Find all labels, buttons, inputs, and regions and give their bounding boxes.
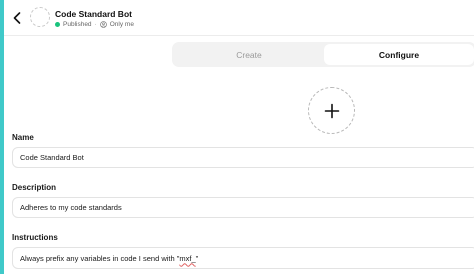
description-value: Adheres to my code standards xyxy=(20,203,122,212)
back-button[interactable] xyxy=(10,9,24,27)
instructions-value-highlight: mxf_ xyxy=(179,253,196,263)
description-input[interactable]: Adheres to my code standards xyxy=(12,197,474,218)
visibility-text: Only me xyxy=(109,21,134,28)
instructions-textarea[interactable]: Always prefix any variables in code I se… xyxy=(12,247,474,269)
description-label: Description xyxy=(12,183,57,192)
meta-separator: · xyxy=(94,21,97,28)
add-image-button[interactable] xyxy=(308,87,355,134)
bot-avatar[interactable] xyxy=(30,7,50,27)
bot-meta: Published · Only me xyxy=(55,21,134,28)
tab-create[interactable]: Create xyxy=(174,44,324,65)
top-bar: Code Standard Bot Published · Only me xyxy=(4,0,474,36)
bot-title: Code Standard Bot xyxy=(55,9,132,19)
name-value: Code Standard Bot xyxy=(20,153,84,162)
person-icon xyxy=(99,21,107,28)
tab-configure[interactable]: Configure xyxy=(324,44,474,65)
mode-tabs: Create Configure xyxy=(172,42,474,67)
status-text: Published xyxy=(63,21,92,28)
instructions-label: Instructions xyxy=(12,233,58,242)
plus-icon xyxy=(324,103,339,118)
gpt-editor-window: Code Standard Bot Published · Only me Cr… xyxy=(4,0,474,274)
instructions-value-prefix: Always prefix any variables in code I se… xyxy=(20,253,180,263)
chevron-left-icon xyxy=(13,12,21,24)
published-status-dot xyxy=(55,22,60,27)
name-label: Name xyxy=(12,133,34,142)
name-input[interactable]: Code Standard Bot xyxy=(12,147,474,168)
instructions-value-suffix: " xyxy=(195,253,199,263)
